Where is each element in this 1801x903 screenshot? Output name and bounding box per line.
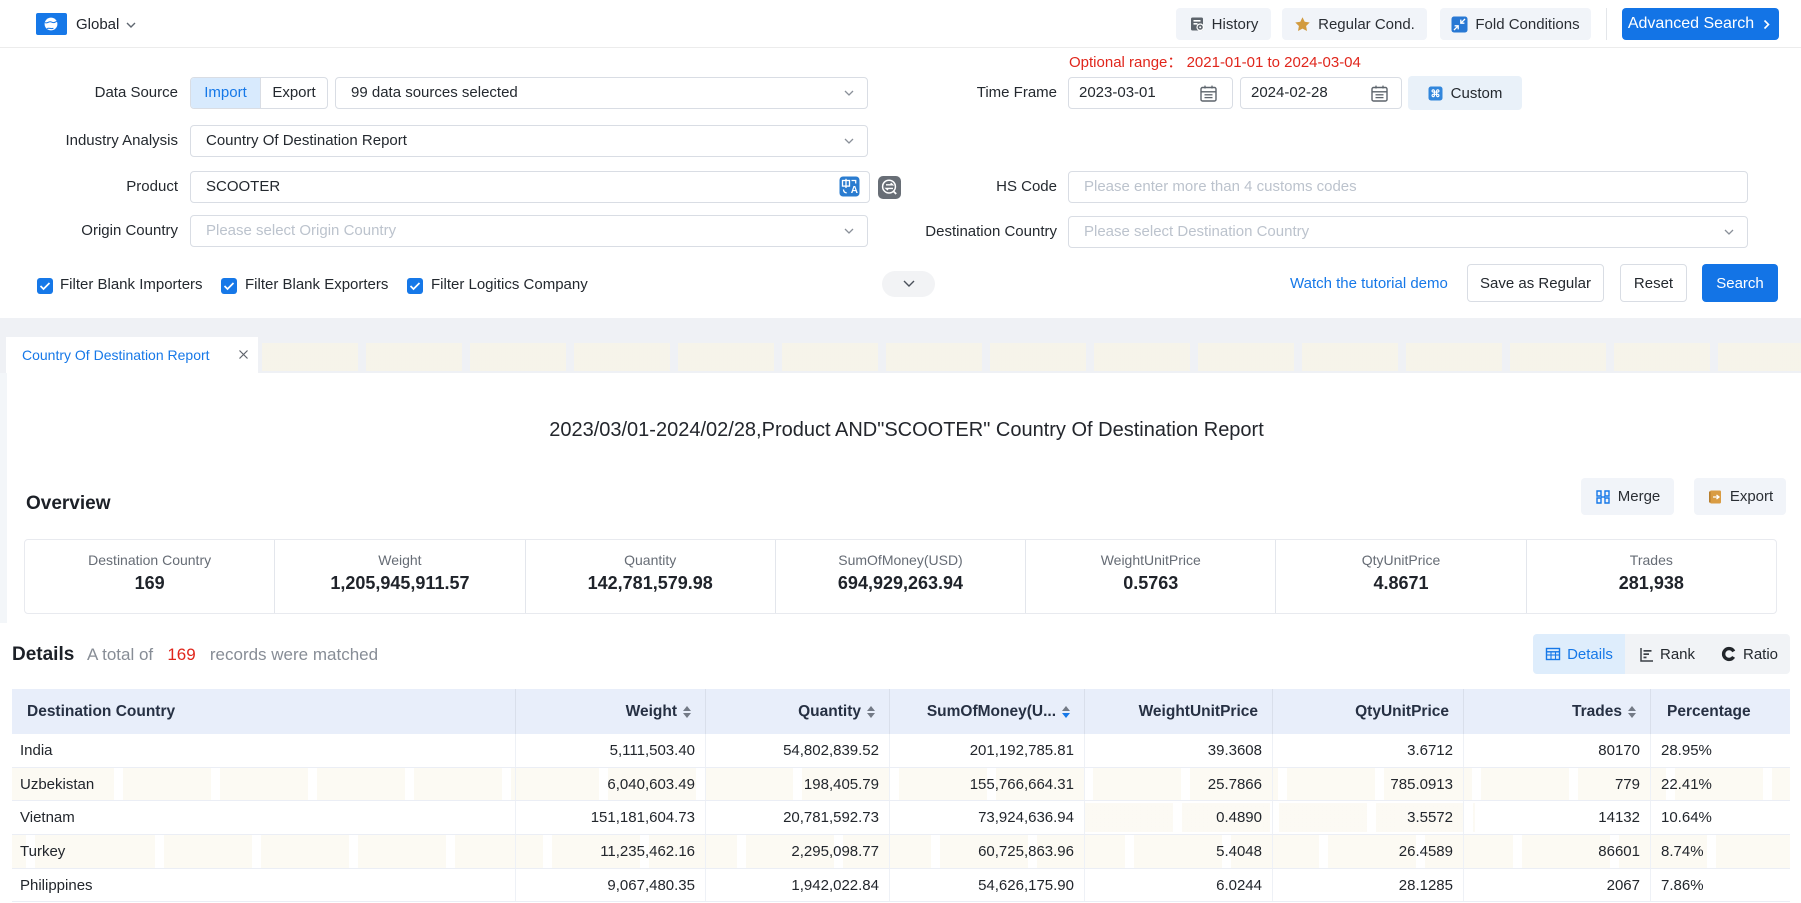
svg-text:⌘: ⌘ — [1430, 89, 1440, 100]
svg-text:A: A — [851, 185, 858, 196]
